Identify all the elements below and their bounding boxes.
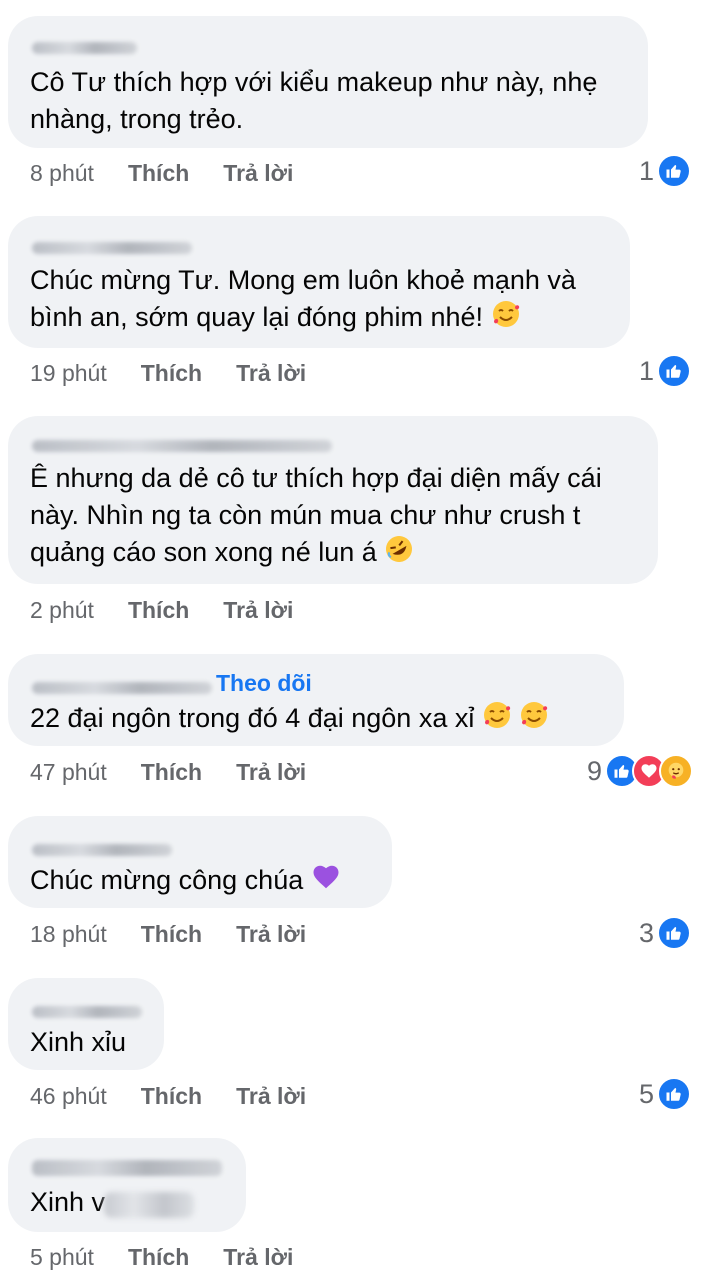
blurred-author-name bbox=[32, 1006, 142, 1018]
comment-time[interactable]: 18 phút bbox=[30, 921, 107, 948]
reaction-summary[interactable]: 9 bbox=[587, 754, 693, 788]
comment-text-line: 22 đại ngôn trong đó 4 đại ngôn xa xỉ bbox=[30, 700, 606, 740]
comment-time[interactable]: 47 phút bbox=[30, 759, 107, 786]
reaction-count: 1 bbox=[638, 155, 654, 186]
care-icon bbox=[659, 754, 693, 788]
reaction-count: 3 bbox=[638, 917, 654, 948]
comment-text-line: Xinh xỉu bbox=[30, 1027, 127, 1057]
smiling-face-with-hearts-icon bbox=[491, 299, 521, 339]
reply-button[interactable]: Trả lời bbox=[236, 1083, 306, 1110]
comment-text-line: Cô Tư thích hợp với kiểu makeup như này,… bbox=[30, 67, 598, 97]
reaction-summary[interactable]: 3 bbox=[639, 916, 691, 950]
blurred-author-name bbox=[32, 1160, 222, 1176]
reaction-count: 1 bbox=[638, 355, 654, 386]
comment-time[interactable]: 5 phút bbox=[30, 1244, 94, 1271]
blurred-author-name bbox=[32, 42, 137, 54]
reaction-count: 9 bbox=[586, 755, 602, 786]
comment-actions: 19 phút Thích Trả lời bbox=[30, 360, 306, 387]
follow-button[interactable]: Theo dõi bbox=[216, 670, 312, 697]
like-button[interactable]: Thích bbox=[141, 1083, 202, 1110]
comment-bubble: Cô Tư thích hợp với kiểu makeup như này,… bbox=[8, 16, 648, 148]
blurred-author-name bbox=[32, 242, 192, 254]
reply-button[interactable]: Trả lời bbox=[223, 597, 293, 624]
comment-bubble: Ê nhưng da dẻ cô tư thích hợp đại diện m… bbox=[8, 416, 658, 584]
purple-heart-icon bbox=[311, 862, 341, 902]
blurred-author-name bbox=[32, 440, 332, 452]
comment-actions: 2 phút Thích Trả lời bbox=[30, 597, 293, 624]
comment-text: Chúc mừng Tư. Mong em luôn khoẻ mạnh và … bbox=[30, 262, 612, 339]
smiling-face-with-hearts-icon bbox=[482, 700, 512, 740]
comment-text: Xinh xỉu bbox=[30, 1024, 146, 1061]
comment-text-line: bình an, sớm quay lại đóng phim nhé! bbox=[30, 299, 612, 339]
comment-time[interactable]: 46 phút bbox=[30, 1083, 107, 1110]
like-icon bbox=[657, 916, 691, 950]
comment-text-line: Chúc mừng Tư. Mong em luôn khoẻ mạnh và bbox=[30, 265, 576, 295]
comment-text-line: Chúc mừng công chúa bbox=[30, 862, 374, 902]
like-button[interactable]: Thích bbox=[141, 759, 202, 786]
comment-text-line: Ê nhưng da dẻ cô tư thích hợp đại diện m… bbox=[30, 463, 602, 493]
comment-bubble: Xinh v bbox=[8, 1138, 246, 1232]
comment-actions: 46 phút Thích Trả lời bbox=[30, 1083, 306, 1110]
like-icon bbox=[657, 354, 691, 388]
comment-bubble: Chúc mừng Tư. Mong em luôn khoẻ mạnh và … bbox=[8, 216, 630, 348]
reply-button[interactable]: Trả lời bbox=[236, 360, 306, 387]
comment-time[interactable]: 19 phút bbox=[30, 360, 107, 387]
reply-button[interactable]: Trả lời bbox=[236, 759, 306, 786]
reaction-summary[interactable]: 5 bbox=[639, 1077, 691, 1111]
like-button[interactable]: Thích bbox=[141, 921, 202, 948]
comment-time[interactable]: 8 phút bbox=[30, 160, 94, 187]
comment-text: 22 đại ngôn trong đó 4 đại ngôn xa xỉ bbox=[30, 700, 606, 740]
reply-button[interactable]: Trả lời bbox=[223, 1244, 293, 1271]
smiling-face-with-hearts-icon bbox=[519, 700, 549, 740]
comment-text: Ê nhưng da dẻ cô tư thích hợp đại diện m… bbox=[30, 460, 640, 574]
like-button[interactable]: Thích bbox=[128, 597, 189, 624]
comment-actions: 5 phút Thích Trả lời bbox=[30, 1244, 293, 1271]
comment-text-line: nhàng, trong trẻo. bbox=[30, 104, 244, 134]
comment-actions: 47 phút Thích Trả lời bbox=[30, 759, 306, 786]
comment-bubble: Chúc mừng công chúa bbox=[8, 816, 392, 908]
comment-time[interactable]: 2 phút bbox=[30, 597, 94, 624]
like-icon bbox=[657, 1077, 691, 1111]
comment-text-line: quảng cáo son xong né lun á bbox=[30, 534, 640, 574]
reaction-summary[interactable]: 1 bbox=[639, 354, 691, 388]
comment-bubble: Xinh xỉu bbox=[8, 978, 164, 1070]
like-button[interactable]: Thích bbox=[128, 160, 189, 187]
like-button[interactable]: Thích bbox=[141, 360, 202, 387]
blur-censor bbox=[104, 1192, 194, 1218]
comment-actions: 18 phút Thích Trả lời bbox=[30, 921, 306, 948]
comment-text-line: này. Nhìn ng ta còn mún mua chư như crus… bbox=[30, 500, 581, 530]
reply-button[interactable]: Trả lời bbox=[236, 921, 306, 948]
rolling-on-floor-laughing-icon bbox=[384, 534, 414, 574]
reaction-summary[interactable]: 1 bbox=[639, 154, 691, 188]
comment-text: Chúc mừng công chúa bbox=[30, 862, 374, 902]
comment-bubble: Theo dõi 22 đại ngôn trong đó 4 đại ngôn… bbox=[8, 654, 624, 746]
like-button[interactable]: Thích bbox=[128, 1244, 189, 1271]
blurred-author-name bbox=[32, 682, 212, 694]
reaction-count: 5 bbox=[638, 1078, 654, 1109]
comment-actions: 8 phút Thích Trả lời bbox=[30, 160, 293, 187]
like-icon bbox=[657, 154, 691, 188]
blurred-author-name bbox=[32, 844, 172, 856]
comment-text: Cô Tư thích hợp với kiểu makeup như này,… bbox=[30, 64, 630, 138]
reply-button[interactable]: Trả lời bbox=[223, 160, 293, 187]
